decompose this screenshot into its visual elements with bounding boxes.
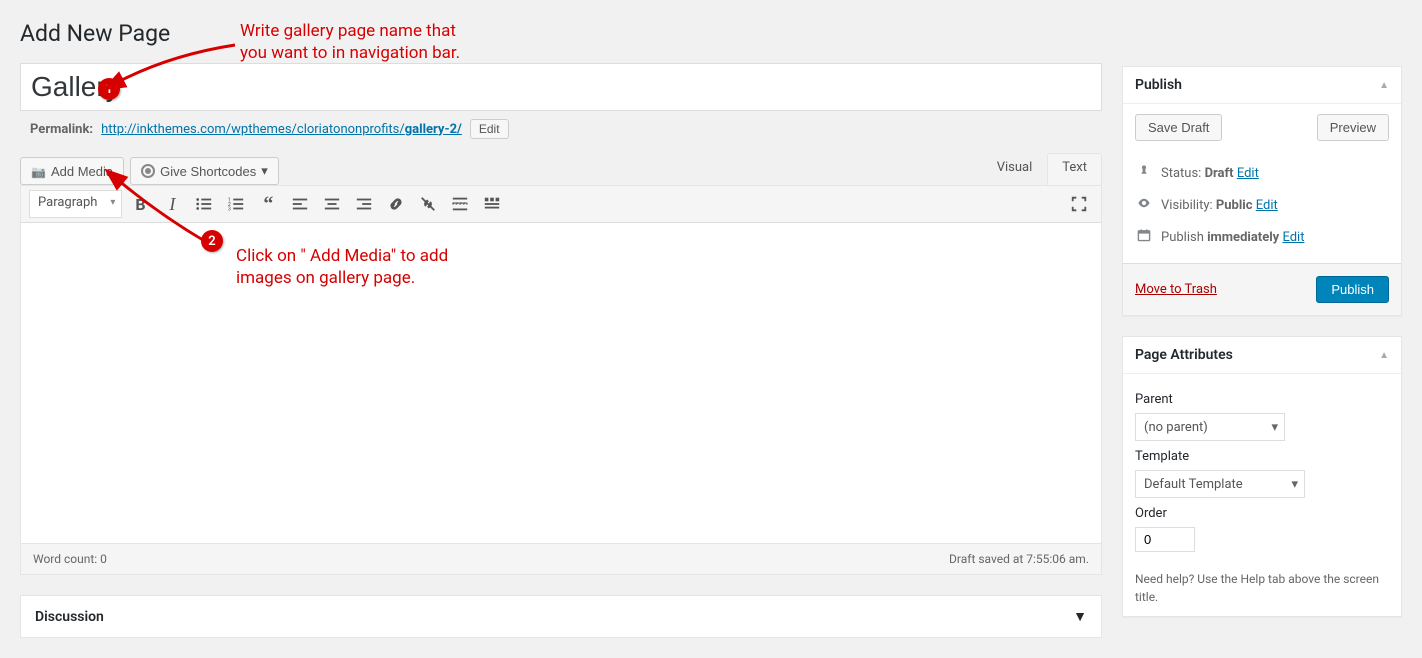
discussion-panel-header[interactable]: Discussion ▼	[20, 595, 1102, 638]
format-select[interactable]: Paragraph	[29, 190, 122, 218]
edit-status-link[interactable]: Edit	[1237, 166, 1259, 181]
parent-label: Parent	[1135, 392, 1389, 407]
edit-slug-button[interactable]: Edit	[470, 119, 509, 139]
template-select[interactable]: Default Template	[1135, 470, 1305, 498]
draft-saved-text: Draft saved at 7:55:06 am.	[949, 552, 1089, 566]
preview-button[interactable]: Preview	[1317, 114, 1389, 141]
visibility-label: Visibility:	[1161, 198, 1213, 213]
give-shortcodes-button[interactable]: Give Shortcodes ▾	[130, 157, 279, 185]
page-attributes-title: Page Attributes	[1135, 347, 1233, 363]
align-left-button[interactable]	[286, 190, 314, 218]
align-right-button[interactable]	[350, 190, 378, 218]
visibility-value: Public	[1216, 198, 1253, 213]
give-icon	[141, 164, 155, 178]
permalink-link[interactable]: http://inkthemes.com/wpthemes/cloriatono…	[101, 122, 462, 137]
bold-button[interactable]: B	[126, 190, 154, 218]
add-media-label: Add Media	[51, 164, 113, 179]
publish-time-label: Publish	[1161, 230, 1204, 245]
title-input[interactable]	[31, 67, 1091, 107]
edit-publish-time-link[interactable]: Edit	[1282, 230, 1304, 245]
template-label: Template	[1135, 449, 1389, 464]
permalink-row: Permalink: http://inkthemes.com/wpthemes…	[20, 119, 1102, 139]
help-text: Need help? Use the Help tab above the sc…	[1135, 570, 1389, 606]
fullscreen-button[interactable]	[1065, 190, 1093, 218]
publish-box: Publish ▲ Save Draft Preview Status: Dra…	[1122, 66, 1402, 316]
svg-text:3: 3	[228, 206, 231, 212]
move-to-trash-link[interactable]: Move to Trash	[1135, 282, 1217, 297]
page-title: Add New Page	[20, 20, 1102, 47]
visual-tab[interactable]: Visual	[982, 153, 1048, 185]
publish-header[interactable]: Publish ▲	[1123, 67, 1401, 104]
caret-down-icon: ▼	[1073, 608, 1087, 625]
order-input[interactable]	[1135, 527, 1195, 552]
numbered-list-button[interactable]: 123	[222, 190, 250, 218]
order-label: Order	[1135, 506, 1389, 521]
italic-button[interactable]: I	[158, 190, 186, 218]
title-wrapper	[20, 63, 1102, 111]
add-media-button[interactable]: Add Media	[20, 157, 124, 185]
eye-icon	[1135, 196, 1153, 214]
editor-toolbar: Paragraph B I 123 “	[21, 186, 1101, 223]
publish-time-value: immediately	[1207, 230, 1279, 245]
editor-container: Paragraph B I 123 “	[20, 185, 1102, 575]
give-shortcodes-label: Give Shortcodes	[160, 164, 256, 179]
caret-up-icon: ▲	[1379, 350, 1389, 361]
caret-up-icon: ▲	[1379, 80, 1389, 91]
calendar-icon	[1135, 228, 1153, 246]
status-label: Status:	[1161, 166, 1201, 181]
page-attributes-header[interactable]: Page Attributes ▲	[1123, 337, 1401, 374]
link-button[interactable]	[382, 190, 410, 218]
edit-visibility-link[interactable]: Edit	[1256, 198, 1278, 213]
save-draft-button[interactable]: Save Draft	[1135, 114, 1222, 141]
parent-select[interactable]: (no parent)	[1135, 413, 1285, 441]
content-editor[interactable]	[21, 223, 1101, 543]
text-tab[interactable]: Text	[1047, 153, 1102, 185]
publish-button[interactable]: Publish	[1316, 276, 1389, 303]
bullet-list-button[interactable]	[190, 190, 218, 218]
blockquote-button[interactable]: “	[254, 190, 282, 218]
page-attributes-box: Page Attributes ▲ Parent (no parent) Tem…	[1122, 336, 1402, 617]
align-center-button[interactable]	[318, 190, 346, 218]
editor-footer: Word count: 0 Draft saved at 7:55:06 am.	[21, 543, 1101, 574]
unlink-button[interactable]	[414, 190, 442, 218]
status-value: Draft	[1205, 166, 1234, 181]
permalink-label: Permalink:	[30, 122, 93, 137]
toolbar-toggle-button[interactable]	[478, 190, 506, 218]
word-count: Word count: 0	[33, 552, 107, 566]
pin-icon	[1135, 164, 1153, 182]
readmore-button[interactable]	[446, 190, 474, 218]
discussion-label: Discussion	[35, 609, 104, 625]
caret-down-icon: ▾	[261, 163, 268, 179]
camera-icon	[31, 164, 46, 179]
publish-title: Publish	[1135, 77, 1182, 93]
